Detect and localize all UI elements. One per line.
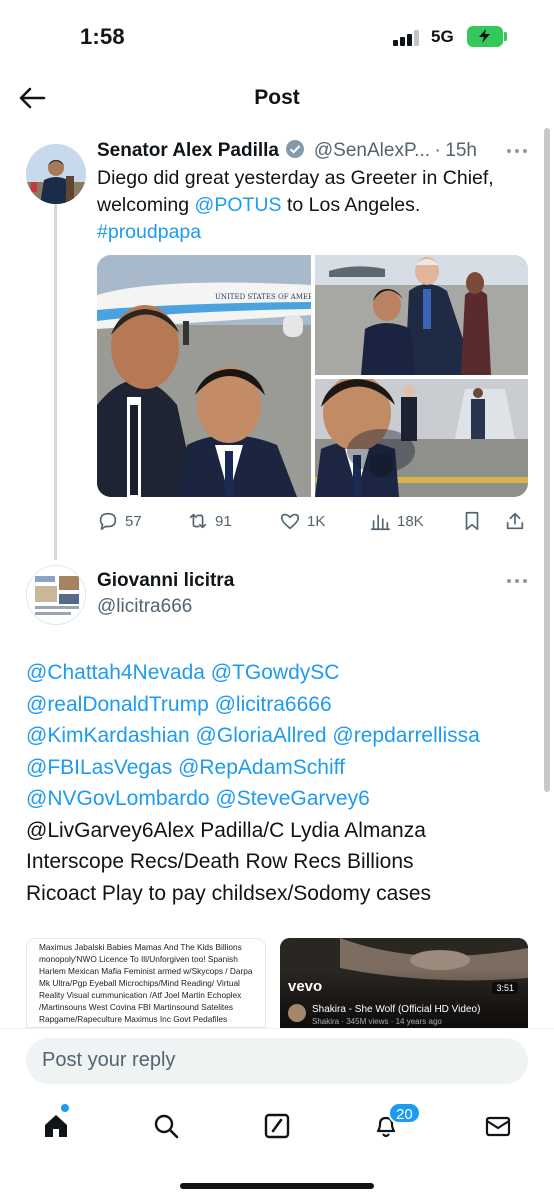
reply-text-line: Ricoact Play to pay childsex/Sodomy case… — [26, 881, 432, 905]
page-title: Post — [254, 86, 300, 109]
share-button[interactable] — [504, 506, 526, 536]
views-button[interactable]: 18K — [369, 506, 424, 536]
hashtag-link[interactable]: #proudpapa — [97, 219, 527, 246]
thread-line — [54, 204, 57, 560]
vevo-logo: vevo — [288, 978, 323, 995]
reply-icon — [99, 512, 117, 531]
reply-text: @Chattah4Nevada @TGowdySC @realDonaldTru… — [26, 657, 536, 909]
bookmark-button[interactable] — [461, 506, 483, 536]
network-type: 5G — [431, 27, 454, 46]
mention-line[interactable]: @KimKardashian @GloriaAllred @repdarrell… — [26, 720, 536, 752]
reply-text-line: Interscope Recs/Death Row Recs Billions — [26, 850, 414, 873]
tweet-text: Diego did great yesterday as Greeter in … — [97, 165, 527, 246]
post-header: Post — [0, 70, 554, 126]
mention-line[interactable]: @FBILasVegas @RepAdamSchiff — [26, 752, 536, 784]
reply-author-avatar[interactable] — [26, 565, 86, 625]
mention-line[interactable]: @NVGovLombardo @SteveGarvey6 — [26, 783, 536, 815]
home-indicator[interactable] — [180, 1183, 374, 1189]
reply-count: 57 — [125, 512, 142, 530]
repost-button[interactable]: 91 — [187, 506, 232, 536]
status-time: 1:58 — [80, 24, 125, 49]
author-avatar[interactable] — [26, 144, 86, 204]
cellular-signal-icon — [393, 30, 423, 46]
embedded-document-text: Maximus Jabalski Babies Mamas And The Ki… — [39, 942, 253, 1027]
tweet-text-line: Diego did great yesterday as Greeter in … — [97, 167, 494, 189]
tab-grok[interactable] — [257, 1106, 297, 1146]
home-unread-dot — [61, 1104, 69, 1112]
separator-dot: · — [434, 140, 441, 161]
tweet-text-line: welcoming @POTUS to Los Angeles. — [97, 194, 421, 216]
home-icon — [45, 1115, 67, 1137]
reply-author-name[interactable]: Giovanni licitra — [97, 570, 234, 592]
mail-icon — [485, 1116, 511, 1137]
author-name[interactable]: Senator Alex Padilla — [97, 140, 279, 161]
video-title: Shakira - She Wolf (Official HD Video) — [312, 1004, 481, 1015]
repost-icon — [189, 513, 207, 529]
photo-biden-handshake[interactable] — [315, 255, 528, 375]
mention-line[interactable]: @realDonaldTrump @licitra6666 — [26, 689, 536, 721]
repost-count: 91 — [215, 512, 232, 530]
tab-messages[interactable] — [478, 1106, 518, 1146]
share-icon — [506, 512, 524, 530]
like-count: 1K — [307, 512, 326, 530]
more-options-icon[interactable] — [507, 149, 529, 155]
video-meta: Shakira · 345M views · 14 years ago — [312, 1017, 442, 1026]
reply-author-handle[interactable]: @licitra666 — [97, 596, 192, 618]
tab-search[interactable] — [146, 1106, 186, 1146]
video-duration: 3:51 — [492, 982, 518, 994]
scrollbar[interactable] — [544, 128, 550, 792]
verified-badge-icon — [285, 139, 305, 164]
photo-selfie-air-force-one[interactable]: UNITED STATES OF AMERICA — [97, 255, 311, 497]
photo-boy-closeup[interactable] — [315, 379, 528, 497]
post-actions: 57 91 1K 18K — [97, 506, 528, 536]
embedded-document-image[interactable]: Maximus Jabalski Babies Mamas And The Ki… — [26, 938, 266, 1028]
mention-link[interactable]: @POTUS — [195, 194, 282, 216]
views-chart-icon — [370, 514, 390, 531]
search-icon — [154, 1114, 179, 1139]
status-bar: 1:58 5G — [0, 0, 554, 70]
reply-more-options-icon[interactable] — [507, 579, 529, 585]
media-grid: UNITED STATES OF AMERICA — [97, 255, 528, 497]
reply-composer: Post your reply — [0, 1028, 554, 1092]
airplane-lettering: UNITED STATES OF AMERICA — [215, 293, 311, 301]
tweet-header: Senator Alex Padilla @SenAlexP... · 15h — [97, 139, 517, 165]
channel-avatar — [288, 1004, 306, 1022]
reply-text-line: @LivGarvey6Alex Padilla/C Lydia Almanza — [26, 818, 426, 842]
mention-line[interactable]: @Chattah4Nevada @TGowdySC — [26, 657, 536, 689]
grok-icon — [264, 1113, 290, 1139]
heart-icon — [280, 513, 300, 530]
post-time[interactable]: 15h — [445, 140, 477, 161]
battery-tip — [504, 32, 507, 41]
bookmark-icon — [465, 511, 479, 531]
like-button[interactable]: 1K — [279, 506, 325, 536]
reply-input[interactable]: Post your reply — [26, 1038, 528, 1084]
tab-home[interactable] — [36, 1106, 76, 1146]
reply-button[interactable]: 57 — [97, 506, 142, 536]
notifications-badge: 20 — [388, 1102, 421, 1124]
view-count: 18K — [397, 512, 424, 530]
author-handle[interactable]: @SenAlexP... — [314, 140, 430, 161]
embedded-video-card[interactable]: vevo 3:51 Shakira - She Wolf (Official H… — [280, 938, 528, 1028]
battery-icon — [467, 26, 503, 47]
